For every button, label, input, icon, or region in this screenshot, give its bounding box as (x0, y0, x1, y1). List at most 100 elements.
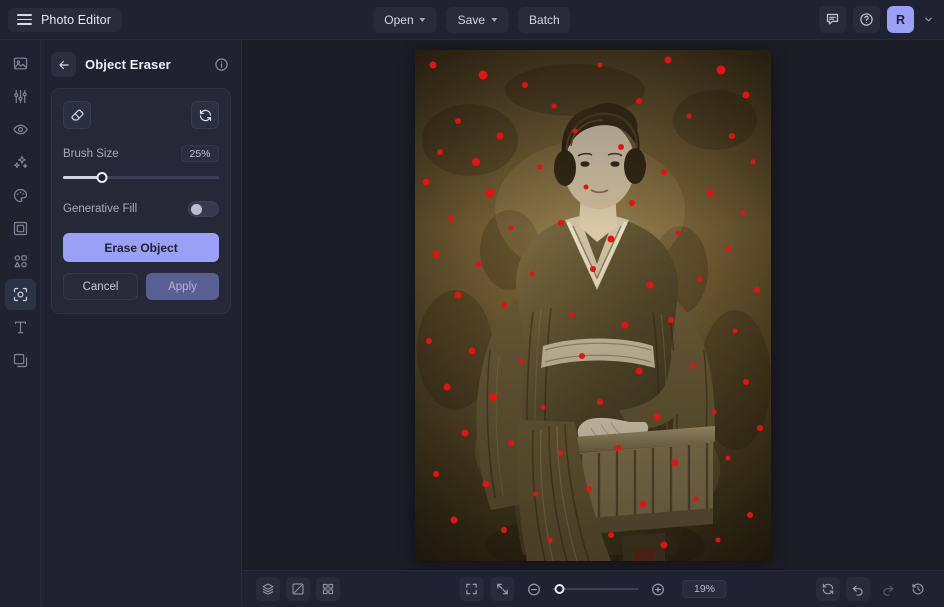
help-circle-icon (859, 12, 874, 27)
sidebar-item-color[interactable] (5, 180, 36, 211)
reset-view-button[interactable] (816, 577, 840, 601)
toggle-knob (191, 204, 202, 215)
panel-info-button[interactable] (214, 57, 229, 72)
layers-button[interactable] (256, 577, 280, 601)
eye-icon (12, 121, 29, 138)
sidebar-item-retouch[interactable] (5, 114, 36, 145)
open-label: Open (384, 13, 413, 27)
sidebar-item-crop[interactable] (5, 213, 36, 244)
sidebar-item-adjust[interactable] (5, 81, 36, 112)
zoom-slider[interactable] (553, 582, 639, 596)
chevron-down-icon (923, 14, 934, 25)
info-circle-icon (214, 57, 229, 72)
zoom-slider-track (553, 588, 639, 590)
apply-button[interactable]: Apply (146, 273, 219, 300)
reset-view-icon (821, 582, 835, 596)
chevron-down-icon (420, 18, 426, 22)
reset-icon (198, 108, 213, 123)
undo-icon (851, 582, 865, 596)
top-toolbar: Photo Editor Open Save Batch (0, 0, 944, 40)
fullscreen-button[interactable] (491, 577, 515, 601)
cancel-button[interactable]: Cancel (63, 273, 138, 300)
sidebar-item-text[interactable] (5, 312, 36, 343)
sidebar-item-effects[interactable] (5, 147, 36, 178)
open-button[interactable]: Open (373, 7, 436, 33)
fit-screen-button[interactable] (460, 577, 484, 601)
sliders-icon (12, 88, 29, 105)
batch-button[interactable]: Batch (518, 7, 571, 33)
object-eraser-card: Brush Size 25% Generative Fill Erase Obj… (51, 88, 231, 314)
layers-icon (261, 582, 275, 596)
eraser-tool-button[interactable] (63, 101, 91, 129)
sparkles-icon (12, 154, 29, 171)
grid-icon (321, 582, 335, 596)
zoom-value[interactable]: 19% (683, 580, 727, 598)
erase-object-button[interactable]: Erase Object (63, 233, 219, 262)
back-button[interactable] (51, 52, 76, 77)
panel-title: Object Eraser (85, 57, 171, 72)
zoom-in-icon (650, 582, 665, 597)
file-actions-group: Open Save Batch (373, 7, 570, 33)
zoom-controls-group: 19% (460, 577, 727, 601)
compare-icon (291, 582, 305, 596)
image-canvas[interactable] (242, 40, 944, 570)
fullscreen-icon (496, 582, 510, 596)
canvas-area: 19% (242, 40, 944, 607)
generative-fill-label: Generative Fill (63, 203, 137, 215)
zoom-out-icon (526, 582, 541, 597)
save-button[interactable]: Save (447, 7, 508, 33)
sidebar-item-image[interactable] (5, 48, 36, 79)
account-actions-group: R (819, 6, 936, 33)
eraser-tool-row (63, 101, 219, 129)
generative-fill-row: Generative Fill (63, 201, 219, 217)
comment-icon (825, 12, 840, 27)
photo-editor-app: Photo Editor Open Save Batch (0, 0, 944, 607)
frame-icon (12, 220, 29, 237)
bottom-toolbar: 19% (242, 570, 944, 607)
arrow-left-icon (57, 58, 71, 72)
grid-button[interactable] (316, 577, 340, 601)
tool-rail (0, 40, 41, 607)
compare-button[interactable] (286, 577, 310, 601)
text-icon (12, 319, 29, 336)
tool-panel: Object Eraser (41, 40, 242, 607)
comment-button[interactable] (819, 6, 846, 33)
panel-header: Object Eraser (51, 52, 231, 88)
photo-image[interactable] (415, 50, 771, 561)
redo-icon (881, 582, 895, 596)
brush-size-slider[interactable] (63, 170, 219, 184)
zoom-in-button[interactable] (646, 577, 670, 601)
app-title: Photo Editor (41, 13, 111, 27)
fit-screen-icon (465, 582, 479, 596)
zoom-out-button[interactable] (522, 577, 546, 601)
app-menu-button[interactable]: Photo Editor (8, 8, 122, 32)
brush-size-label: Brush Size (63, 148, 119, 160)
photo-artwork (415, 50, 771, 561)
image-icon (12, 55, 29, 72)
zoom-slider-knob[interactable] (554, 584, 564, 594)
avatar[interactable]: R (887, 6, 914, 33)
shapes-icon (12, 253, 29, 270)
generative-fill-toggle[interactable] (188, 201, 219, 217)
app-body: Object Eraser (0, 40, 944, 607)
object-select-icon (12, 286, 29, 303)
redo-button[interactable] (876, 577, 900, 601)
save-label: Save (458, 13, 485, 27)
brush-slider-knob[interactable] (97, 172, 108, 183)
brush-size-row: Brush Size 25% (63, 145, 219, 162)
reset-brush-button[interactable] (191, 101, 219, 129)
panel-action-row: Cancel Apply (63, 273, 219, 300)
history-icon (911, 582, 925, 596)
layers-stack-icon (12, 352, 29, 369)
undo-button[interactable] (846, 577, 870, 601)
sidebar-item-shapes[interactable] (5, 246, 36, 277)
history-button[interactable] (906, 577, 930, 601)
chevron-down-icon (491, 18, 497, 22)
brush-size-value: 25% (181, 145, 219, 162)
sidebar-item-layers[interactable] (5, 345, 36, 376)
help-button[interactable] (853, 6, 880, 33)
history-controls-group (816, 577, 930, 601)
palette-icon (12, 187, 29, 204)
sidebar-item-object-eraser[interactable] (5, 279, 36, 310)
account-menu-button[interactable] (921, 14, 936, 25)
